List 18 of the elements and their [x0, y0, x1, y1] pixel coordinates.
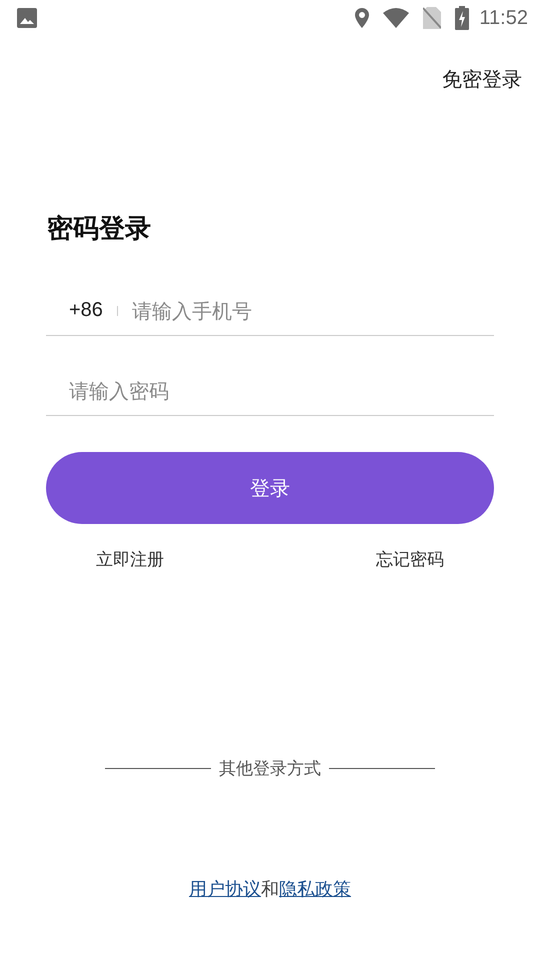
page-title: 密码登录	[47, 213, 152, 246]
register-link[interactable]: 立即注册	[96, 548, 164, 571]
country-code[interactable]: +86	[69, 299, 103, 322]
agreement-text: 用户协议和隐私政策	[188, 878, 352, 901]
passwordless-login-link[interactable]: 免密登录	[442, 66, 522, 93]
no-sim-icon	[423, 7, 442, 29]
password-input-field[interactable]: 请输入密码	[69, 378, 494, 402]
phone-input-field[interactable]: 请输入手机号	[132, 298, 494, 322]
user-agreement-link[interactable]: 用户协议	[189, 879, 261, 900]
location-icon	[355, 8, 370, 28]
privacy-policy-link[interactable]: 隐私政策	[279, 879, 351, 900]
forgot-password-link[interactable]: 忘记密码	[376, 548, 444, 571]
login-button[interactable]: 登录	[46, 452, 494, 524]
wifi-icon	[383, 8, 410, 28]
other-login-label: 其他登录方式	[219, 758, 321, 780]
image-icon	[17, 8, 37, 28]
battery-charging-icon	[455, 6, 470, 30]
clock-time: 11:52	[479, 6, 528, 30]
